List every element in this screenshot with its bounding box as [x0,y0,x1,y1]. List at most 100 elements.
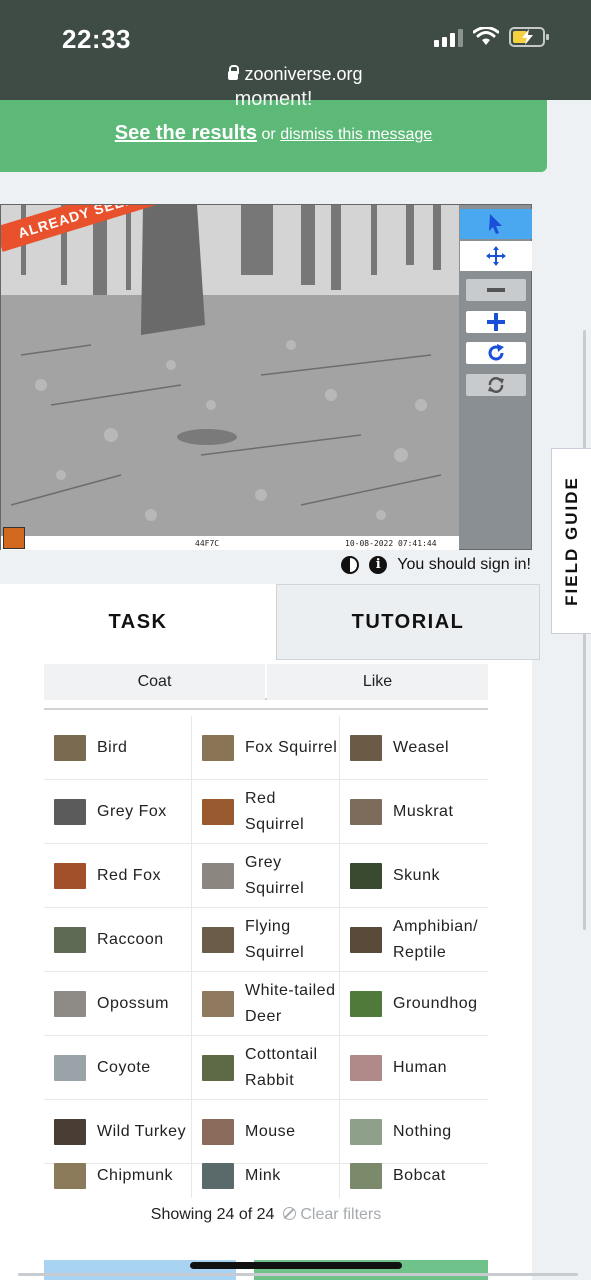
species-choice[interactable]: Grey Fox [44,780,192,844]
battery-charging-icon [509,27,549,47]
photo-timestamp: 10-08-2022 07:41:44 [345,539,437,548]
species-label: Flying Squirrel [245,917,305,961]
annotate-tool[interactable] [460,209,532,239]
species-label: Opossum [97,994,169,1012]
notice-text: moment! [234,88,313,110]
species-thumbnail [54,1054,86,1081]
species-label: Amphibian/ Reptile [393,917,479,961]
species-label: Weasel [393,738,450,756]
zoom-out-button[interactable] [466,279,526,301]
species-label: Wild Turkey [97,1122,187,1140]
dismiss-message-link[interactable]: dismiss this message [280,126,432,143]
species-thumbnail [202,798,234,825]
url-text: zooniverse.org [244,64,363,84]
species-choice[interactable]: Amphibian/ Reptile [340,908,488,972]
species-choice[interactable]: Red Squirrel [192,780,340,844]
species-label: Cottontail Rabbit [245,1045,318,1089]
species-label: Grey Fox [97,802,167,820]
species-choice[interactable]: Weasel [340,716,488,780]
filter-coat[interactable]: Coat [44,664,265,700]
task-panel: TASK TUTORIAL Coat Like Bird Fox Squirrel… [0,584,540,1280]
species-choice[interactable]: Opossum [44,972,192,1036]
subject-image[interactable]: ALREADY SEEN! 44F7C 10-08-2022 07:41:44 [1,205,459,550]
species-thumbnail [202,862,234,889]
species-label: White-tailed Deer [245,981,336,1025]
species-label: Bird [97,738,128,756]
move-icon [486,246,506,266]
see-results-link[interactable]: See the results [115,122,257,144]
species-thumbnail [202,1054,234,1081]
species-choice[interactable]: Cottontail Rabbit [192,1036,340,1100]
notice-links: See the results or dismiss this message [0,122,547,145]
species-label: Grey Squirrel [245,853,305,897]
move-tool[interactable] [460,241,532,271]
species-label: Red Squirrel [245,789,305,833]
species-thumbnail [54,1118,86,1145]
showing-count: Showing 24 of 24 [150,1206,275,1223]
species-choice[interactable]: Coyote [44,1036,192,1100]
status-icons [434,26,551,48]
species-label: Red Fox [97,866,161,884]
species-choice[interactable]: Chipmunk [44,1154,192,1198]
zoom-in-button[interactable] [466,311,526,333]
subject-viewer: ALREADY SEEN! 44F7C 10-08-2022 07:41:44 [0,204,532,550]
species-label: Groundhog [393,994,478,1012]
species-choice[interactable]: Red Fox [44,844,192,908]
reset-button[interactable] [466,374,526,396]
invert-icon[interactable] [341,556,360,574]
species-thumbnail [350,1118,382,1145]
rotate-button[interactable] [466,342,526,364]
species-choice[interactable]: Raccoon [44,908,192,972]
species-thumbnail [350,734,382,761]
species-choice[interactable]: Bobcat [340,1154,488,1198]
species-choice[interactable]: Fox Squirrel [192,716,340,780]
field-guide-label: FIELD GUIDE [561,476,581,606]
species-choice[interactable]: Flying Squirrel [192,908,340,972]
plus-icon [487,313,505,331]
species-choice[interactable]: Bird [44,716,192,780]
pointer-icon [489,214,502,234]
species-thumbnail [202,926,234,953]
species-thumbnail [350,862,382,889]
tab-task[interactable]: TASK [0,584,276,660]
species-choice[interactable]: White-tailed Deer [192,972,340,1036]
species-label: Mink [245,1167,281,1184]
clear-filters-icon[interactable] [282,1207,296,1220]
info-icon[interactable]: i [369,556,388,574]
home-indicator[interactable] [190,1262,402,1269]
species-thumbnail [202,734,234,761]
signal-icon [434,27,463,47]
tab-tutorial[interactable]: TUTORIAL [276,584,540,660]
species-choice[interactable]: Skunk [340,844,488,908]
species-thumbnail [54,862,86,889]
species-choice[interactable]: Mink [192,1154,340,1198]
filter-like[interactable]: Like [267,664,488,700]
species-choice[interactable]: Human [340,1036,488,1100]
species-thumbnail [350,1163,382,1189]
species-thumbnail [54,1163,86,1189]
horizontal-scrollbar[interactable] [18,1273,578,1276]
species-thumbnail [54,990,86,1017]
species-thumbnail [202,990,234,1017]
clear-filters-link[interactable]: Clear filters [300,1206,381,1223]
species-choice[interactable]: Grey Squirrel [192,844,340,908]
species-label: Chipmunk [97,1167,174,1184]
species-choice[interactable]: Groundhog [340,972,488,1036]
species-label: Human [393,1058,448,1076]
url-bar[interactable]: zooniverse.org [0,64,591,85]
viewer-toolbar [460,205,532,550]
species-thumbnail [54,926,86,953]
camera-brand-logo [3,527,25,549]
field-guide-tab[interactable]: FIELD GUIDE [551,448,591,634]
species-thumbnail [54,734,86,761]
species-label: Coyote [97,1058,151,1076]
forest-photo [1,205,459,550]
species-choice[interactable]: Muskrat [340,780,488,844]
species-thumbnail [350,990,382,1017]
species-thumbnail [202,1163,234,1189]
lock-icon [228,65,240,80]
refresh-icon [488,377,504,393]
species-thumbnail [54,798,86,825]
results-notice: moment! See the results or dismiss this … [0,88,547,172]
species-thumbnail [202,1118,234,1145]
